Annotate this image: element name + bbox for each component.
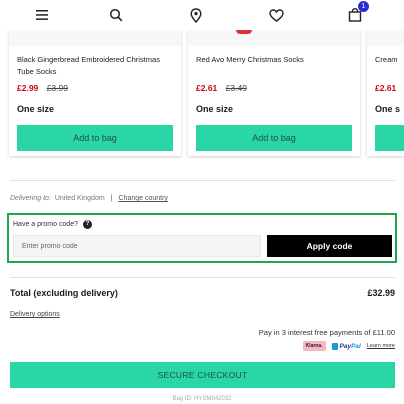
promo-code-label-row: Have a promo code? ?	[13, 220, 92, 229]
shopping-bag-icon[interactable]: 1	[346, 1, 369, 24]
delivery-options-link[interactable]: Delivery options	[10, 311, 60, 318]
sale-price: £2.61	[375, 83, 397, 93]
divider	[10, 180, 395, 181]
product-prices: £2.61	[375, 83, 402, 93]
apply-code-button[interactable]: Apply code	[267, 235, 392, 257]
product-image-fragment	[236, 30, 252, 34]
paypal-pay-text: Pay	[339, 342, 352, 350]
product-name[interactable]: Cream	[375, 54, 404, 66]
bag-id: Bag ID: HYSM842032	[172, 396, 232, 402]
promo-code-section: Have a promo code? ? Apply code	[7, 213, 397, 263]
product-name[interactable]: Black Gingerbread Embroidered Christmas …	[17, 54, 175, 78]
add-to-bag-button[interactable]: Add to bag	[17, 125, 173, 151]
product-image[interactable]	[9, 30, 181, 46]
product-card[interactable]: Cream £2.61 One s	[367, 30, 404, 156]
product-image[interactable]	[367, 30, 404, 46]
bag-count-badge: 1	[358, 1, 369, 12]
menu-icon[interactable]	[33, 6, 51, 24]
installments-text: Pay in 3 interest free payments of £11.0…	[258, 328, 395, 337]
product-size: One size	[196, 104, 234, 114]
help-icon[interactable]: ?	[82, 220, 92, 229]
change-country-link[interactable]: Change country	[119, 195, 168, 202]
promo-code-label: Have a promo code?	[13, 221, 78, 228]
learn-more-link[interactable]: Learn more	[367, 343, 395, 349]
delivery-country: United Kingdom	[54, 195, 105, 202]
add-to-bag-button[interactable]: Add to bag	[196, 125, 352, 151]
heart-icon[interactable]	[267, 6, 285, 24]
top-nav-bar: 1	[0, 0, 404, 30]
paypal-pal-text: Pal	[351, 342, 361, 350]
promo-code-input[interactable]	[13, 235, 261, 257]
sale-price: £2.61	[196, 83, 218, 93]
delivering-to-label: Delivering to:	[10, 195, 51, 202]
total-label: Total (excluding delivery)	[10, 288, 118, 298]
product-carousel: Black Gingerbread Embroidered Christmas …	[0, 30, 404, 160]
location-pin-icon[interactable]	[187, 6, 205, 24]
product-size: One s	[375, 104, 401, 114]
klarna-logo: Klarna.	[302, 341, 326, 351]
secure-checkout-button[interactable]: SECURE CHECKOUT	[10, 362, 395, 388]
payment-methods-row: Klarna. Pay Pal Learn more	[302, 341, 395, 351]
product-name[interactable]: Red Avo Merry Christmas Socks	[196, 54, 354, 66]
product-prices: £2.99 £3.99	[17, 83, 68, 93]
product-size: One size	[17, 104, 55, 114]
product-prices: £2.61 £3.49	[196, 83, 247, 93]
product-card[interactable]: Red Avo Merry Christmas Socks £2.61 £3.4…	[188, 30, 360, 156]
original-price: £3.99	[46, 83, 68, 93]
divider	[10, 277, 395, 278]
paypal-logo: Pay Pal	[331, 342, 361, 350]
search-icon[interactable]	[107, 6, 125, 24]
delivery-country-row: Delivering to: United Kingdom | Change c…	[10, 195, 168, 202]
paypal-icon	[331, 342, 338, 350]
total-value: £32.99	[367, 288, 395, 298]
sale-price: £2.99	[17, 83, 39, 93]
add-to-bag-button[interactable]	[375, 125, 404, 151]
original-price: £3.49	[225, 83, 247, 93]
separator: |	[110, 195, 113, 202]
product-image[interactable]	[188, 30, 360, 46]
product-card[interactable]: Black Gingerbread Embroidered Christmas …	[9, 30, 181, 156]
